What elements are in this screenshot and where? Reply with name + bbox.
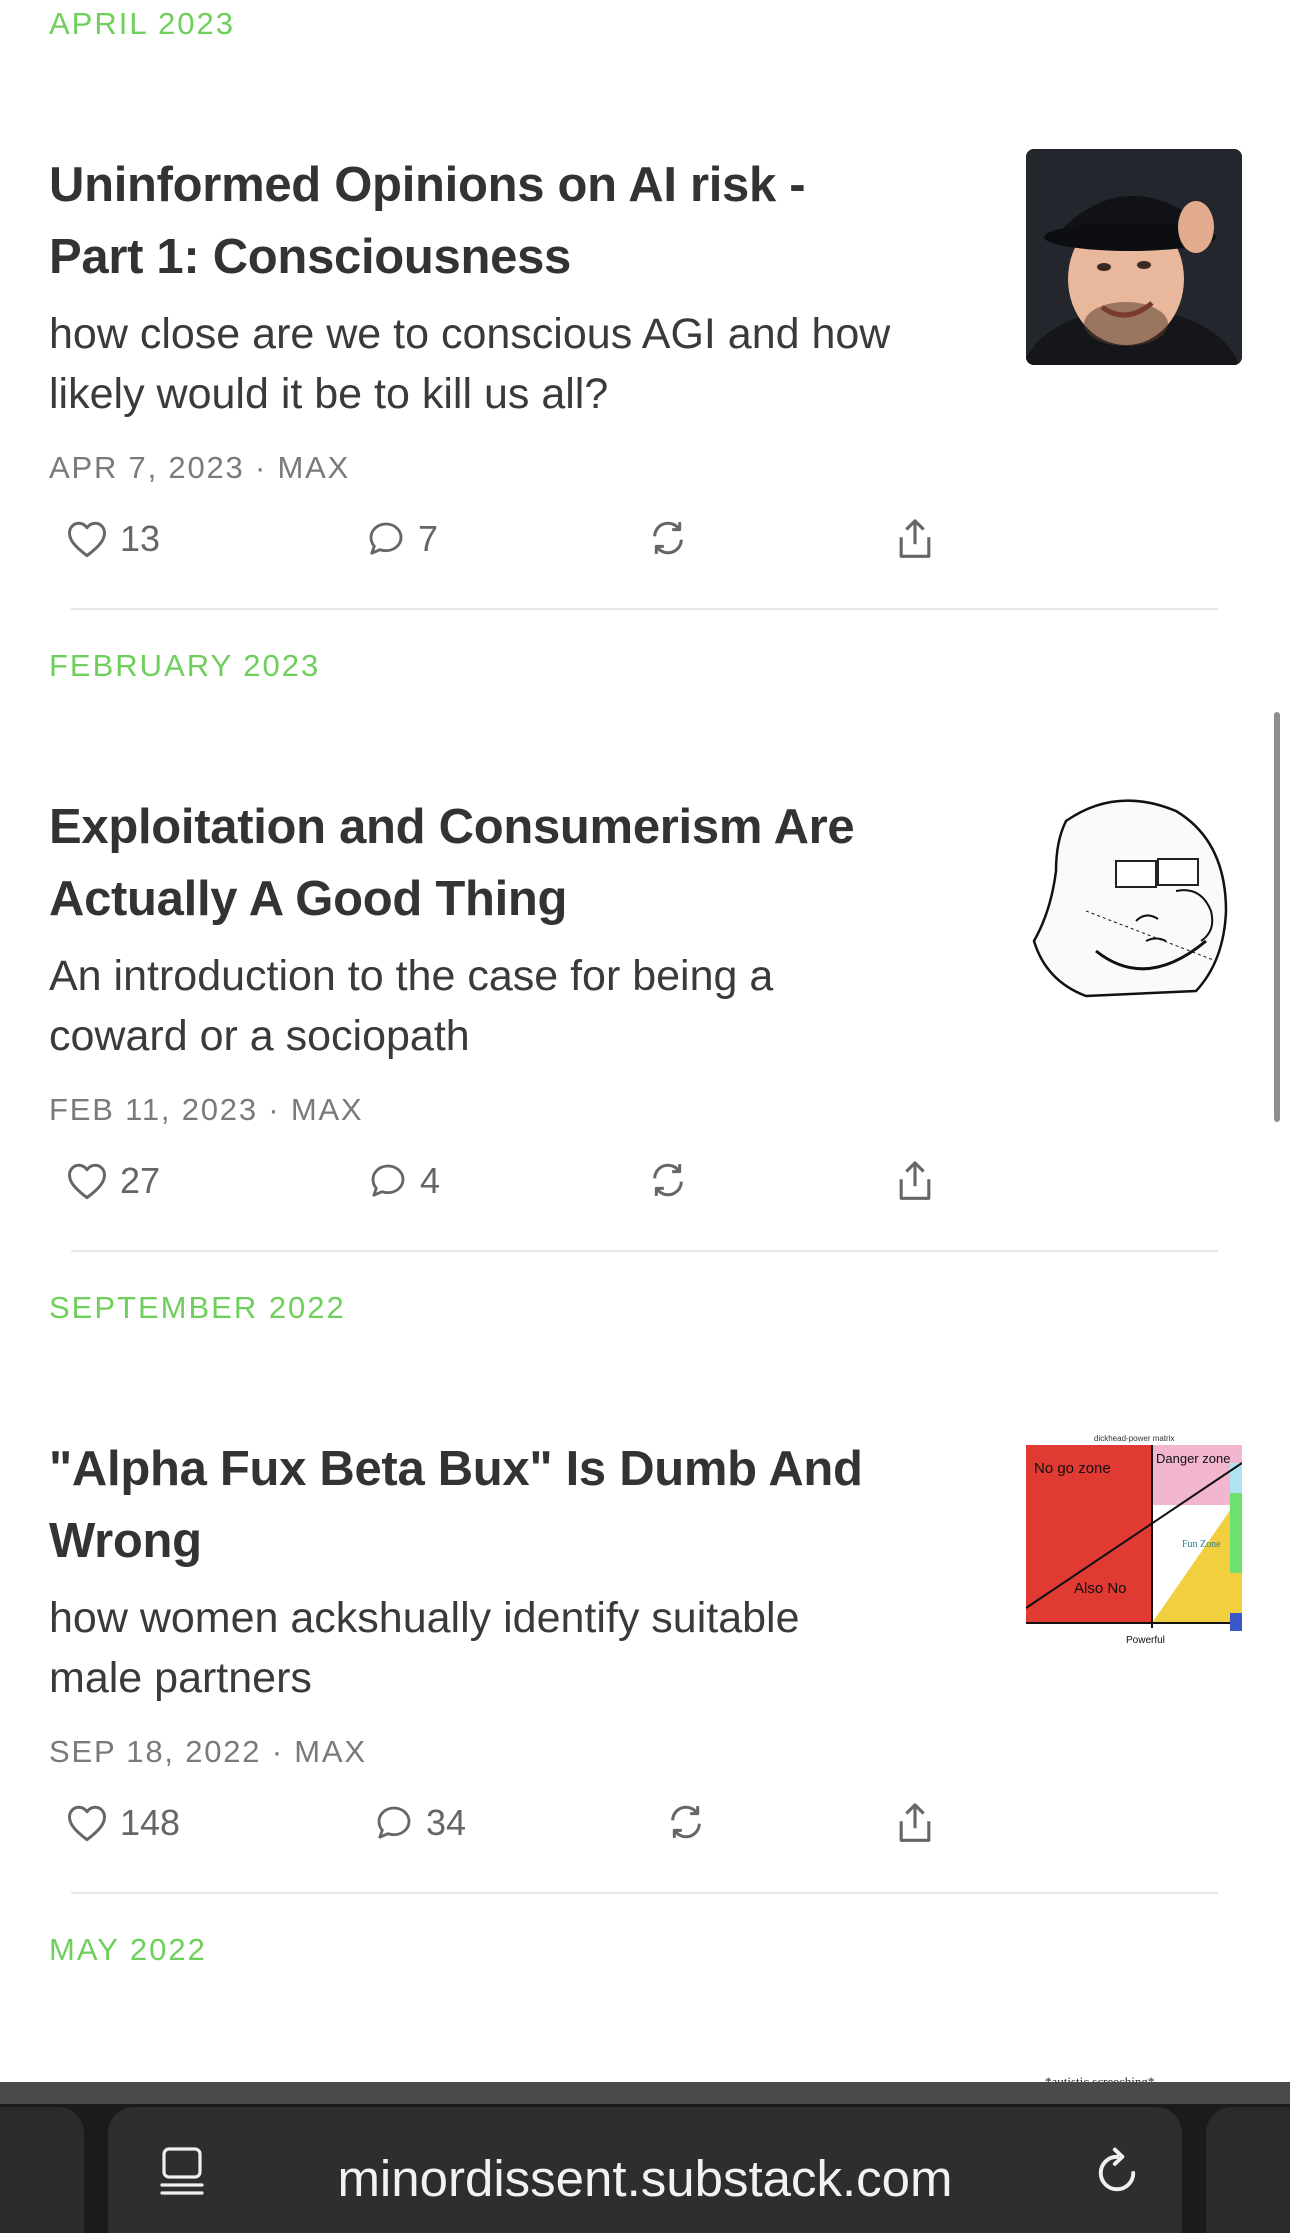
comment-icon xyxy=(377,1806,411,1839)
url-text: minordissent.substack.com xyxy=(337,2150,953,2207)
post-meta: SEP 18, 2022 · MAX xyxy=(49,1734,367,1769)
post-subtitle-line: male partners xyxy=(49,1654,312,1702)
month-heading-may-2022: MAY 2022 xyxy=(49,1932,207,1967)
post-title[interactable]: "Alpha Fux Beta Bux" Is Dumb And Wrong xyxy=(49,1433,949,1577)
post-subtitle-line: how close are we to conscious AGI and ho… xyxy=(49,310,891,358)
post-thumbnail-wojak[interactable] xyxy=(1026,791,1242,1007)
post-subtitle-line: likely would it be to kill us all? xyxy=(49,370,609,418)
comment-icon xyxy=(371,1164,405,1197)
like-count: 27 xyxy=(120,1160,161,1201)
post-title-line: Uninformed Opinions on AI risk - xyxy=(49,158,806,212)
share-button[interactable] xyxy=(896,518,934,560)
post-title-line: Wrong xyxy=(49,1514,202,1568)
page-scrollbar[interactable] xyxy=(1274,712,1280,1122)
like-button[interactable]: 27 xyxy=(66,1160,160,1202)
section-divider xyxy=(71,1892,1218,1894)
heart-icon xyxy=(68,521,106,558)
restack-icon xyxy=(653,521,683,555)
zone-label: Danger zone xyxy=(1156,1451,1230,1466)
month-heading-february-2023: FEBRUARY 2023 xyxy=(49,648,321,683)
restack-button[interactable] xyxy=(648,518,688,558)
post-actions: 27 4 xyxy=(0,1160,1290,1220)
previous-tab-stub[interactable] xyxy=(0,2107,84,2233)
next-tab-stub[interactable] xyxy=(1206,2107,1290,2233)
share-icon xyxy=(899,1161,931,1200)
post-subtitle-line: coward or a sociopath xyxy=(49,1012,470,1060)
post-actions: 148 34 xyxy=(0,1802,1290,1862)
post-subtitle-line: how women ackshually identify suitable xyxy=(49,1594,800,1642)
comment-button[interactable]: 34 xyxy=(374,1802,466,1844)
post-title-line: Exploitation and Consumerism Are xyxy=(49,800,855,854)
restack-icon xyxy=(671,1805,701,1839)
section-divider xyxy=(71,608,1218,610)
matrix-heading-text: dickhead-power matrix xyxy=(1094,1434,1174,1443)
zone-label: Also No xyxy=(1074,1580,1127,1597)
post-subtitle: An introduction to the case for being a … xyxy=(49,946,969,1066)
zone-label: No go zone xyxy=(1034,1460,1111,1477)
post-subtitle: how women ackshually identify suitable m… xyxy=(49,1588,969,1708)
axis-label: Powerful xyxy=(1126,1635,1165,1646)
comment-count: 4 xyxy=(420,1160,441,1201)
post-title-line: Actually A Good Thing xyxy=(49,872,568,926)
restack-icon xyxy=(653,1163,683,1197)
section-divider xyxy=(71,1250,1218,1252)
restack-button[interactable] xyxy=(648,1160,688,1200)
post-title[interactable]: Exploitation and Consumerism Are Actuall… xyxy=(49,791,949,935)
share-icon xyxy=(899,519,931,558)
heart-icon xyxy=(68,1163,106,1200)
address-bar[interactable]: minordissent.substack.com xyxy=(108,2107,1182,2233)
comment-icon xyxy=(369,522,403,555)
power-matrix-illustration: dickhead-power matrix No go zone Danger … xyxy=(1026,1433,1242,1649)
wojak-sketch-illustration xyxy=(1026,791,1242,1007)
post-title-line: "Alpha Fux Beta Bux" Is Dumb And xyxy=(49,1442,863,1496)
post-subtitle: how close are we to conscious AGI and ho… xyxy=(49,304,969,424)
comment-button[interactable]: 4 xyxy=(368,1160,440,1202)
reload-icon[interactable] xyxy=(1091,2147,1143,2204)
share-button[interactable] xyxy=(896,1802,934,1844)
like-count: 148 xyxy=(120,1802,181,1843)
month-heading-april-2023: APRIL 2023 xyxy=(49,6,236,41)
heart-icon xyxy=(68,1805,106,1842)
like-count: 13 xyxy=(120,518,161,559)
post-actions: 13 7 xyxy=(0,518,1290,578)
post-thumbnail-power-matrix[interactable]: dickhead-power matrix No go zone Danger … xyxy=(1026,1433,1242,1649)
post-title[interactable]: Uninformed Opinions on AI risk - Part 1:… xyxy=(49,149,949,293)
restack-button[interactable] xyxy=(666,1802,706,1842)
post-thumbnail-man-in-fedora[interactable] xyxy=(1026,149,1242,365)
like-button[interactable]: 148 xyxy=(66,1802,180,1844)
like-button[interactable]: 13 xyxy=(66,518,160,560)
fedora-man-illustration xyxy=(1026,149,1242,365)
share-button[interactable] xyxy=(896,1160,934,1202)
share-icon xyxy=(899,1803,931,1842)
comment-count: 7 xyxy=(418,518,439,559)
post-meta: APR 7, 2023 · MAX xyxy=(49,450,351,485)
post-meta: FEB 11, 2023 · MAX xyxy=(49,1092,364,1127)
zone-label: Fun Zone xyxy=(1182,1539,1221,1550)
comment-button[interactable]: 7 xyxy=(366,518,438,560)
month-heading-september-2022: SEPTEMBER 2022 xyxy=(49,1290,346,1325)
comment-count: 34 xyxy=(426,1802,467,1843)
post-subtitle-line: An introduction to the case for being a xyxy=(49,952,774,1000)
post-title-line: Part 1: Consciousness xyxy=(49,230,571,284)
